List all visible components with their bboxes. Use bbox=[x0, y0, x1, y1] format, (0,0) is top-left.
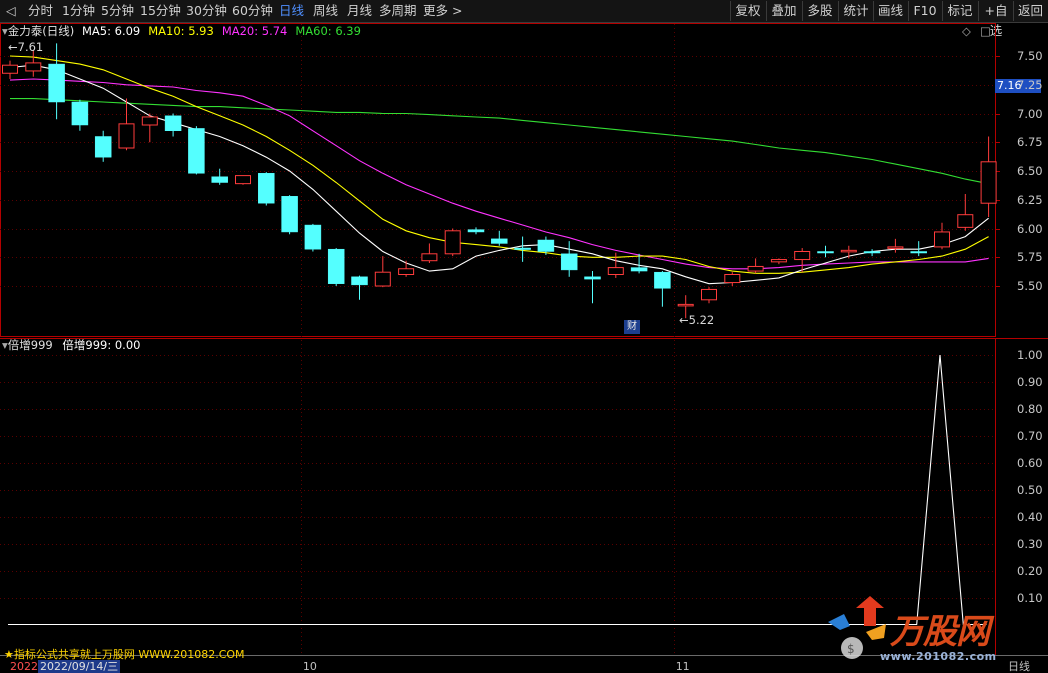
candle-body bbox=[863, 251, 881, 254]
cursor-date: 2022/09/14/三 bbox=[38, 660, 121, 673]
candle-body bbox=[491, 238, 508, 244]
candle-body bbox=[957, 214, 974, 228]
candle-body bbox=[118, 123, 135, 149]
sub-y-tick-label: 0.80 bbox=[1017, 401, 1043, 416]
period-label: 日线 bbox=[1008, 660, 1030, 673]
year-label: 2022 bbox=[10, 660, 38, 673]
sub-y-tick-label: 0.50 bbox=[1017, 482, 1043, 497]
candle-body bbox=[747, 265, 764, 272]
sub-y-tick-label: 0.90 bbox=[1017, 374, 1043, 389]
candle-body bbox=[840, 249, 857, 253]
candle-body bbox=[421, 253, 438, 262]
x-tick-label: 11 bbox=[675, 660, 690, 673]
candle-body bbox=[607, 267, 624, 276]
ma-values: MA5: 6.09 MA10: 5.93 MA20: 5.74 MA60: 6.39 bbox=[82, 23, 369, 39]
candle-body bbox=[701, 288, 717, 301]
stock-title: 金力泰(日线) bbox=[7, 24, 75, 38]
kline-chart bbox=[0, 23, 1048, 656]
finance-event-badge[interactable]: 财 bbox=[624, 320, 640, 334]
indicator-legend: ▾倍增999 倍增999: 0.00 bbox=[2, 337, 140, 353]
square-icon[interactable]: □ bbox=[980, 24, 991, 38]
indicator-line bbox=[8, 354, 987, 626]
candle-body bbox=[724, 274, 741, 284]
x-tick-label: 10 bbox=[302, 660, 317, 673]
y-tick-label: 5.50 bbox=[1017, 279, 1043, 293]
ma-legend: ▾金力泰(日线) bbox=[2, 23, 74, 39]
ma-legend-item: MA20: 5.74 bbox=[221, 24, 288, 38]
y-tick-label: 6.75 bbox=[1017, 135, 1043, 150]
watermark-url: www.201082.com bbox=[880, 650, 997, 663]
svg-text:$: $ bbox=[847, 642, 855, 656]
candle-body bbox=[281, 196, 298, 233]
main-pane-border bbox=[0, 23, 996, 337]
candle-body bbox=[677, 303, 694, 307]
candle-body bbox=[48, 63, 65, 103]
y-tick-label: 6.25 bbox=[1017, 192, 1043, 207]
y-tick-label: 7.00 bbox=[1017, 106, 1043, 121]
date-axis-cursor: 2022 2022/09/14/三 bbox=[0, 660, 121, 673]
candle-body bbox=[537, 239, 555, 252]
candle-body bbox=[188, 128, 205, 174]
candle-body bbox=[235, 175, 251, 185]
watermark-text: 万股网 bbox=[890, 612, 990, 652]
sub-y-tick-label: 0.20 bbox=[1017, 563, 1043, 578]
sub-y-tick-label: 0.40 bbox=[1017, 509, 1043, 524]
candle-body bbox=[514, 247, 531, 250]
candle-body bbox=[794, 251, 811, 261]
candle-body bbox=[304, 224, 322, 250]
candle-body bbox=[327, 248, 345, 284]
sub-y-tick-label: 1.00 bbox=[1017, 348, 1043, 362]
ma-legend-item: MA5: 6.09 bbox=[82, 24, 141, 38]
ma60-line bbox=[10, 98, 989, 185]
candle-body bbox=[141, 116, 158, 126]
candle-body bbox=[211, 176, 228, 183]
sub-y-tick-label: 0.70 bbox=[1017, 428, 1043, 443]
candle-body bbox=[630, 267, 648, 272]
sub-y-tick-label: 0.30 bbox=[1017, 536, 1043, 551]
indicator-value: 倍增999: 0.00 bbox=[62, 338, 141, 352]
ma-legend-item: MA10: 5.93 bbox=[148, 24, 214, 38]
diamond-icon[interactable]: ◇ bbox=[962, 24, 971, 38]
candle-body bbox=[980, 161, 997, 204]
low-price-label: ←5.22 bbox=[679, 313, 715, 327]
candle-body bbox=[887, 246, 904, 249]
y-tick-label: 7.25 bbox=[1017, 77, 1043, 92]
ma-legend-item: MA60: 6.39 bbox=[295, 24, 361, 38]
candle-body bbox=[398, 268, 415, 275]
candle-body bbox=[2, 64, 18, 74]
candle-body bbox=[770, 259, 787, 263]
candle-body bbox=[374, 271, 391, 287]
candle-body bbox=[910, 251, 927, 254]
candle-body bbox=[934, 231, 950, 248]
candle-body bbox=[560, 253, 578, 271]
candle-body bbox=[654, 271, 671, 289]
candle-body bbox=[351, 276, 368, 286]
y-tick-label: 6.00 bbox=[1017, 221, 1043, 236]
y-tick-label: 7.50 bbox=[1017, 49, 1043, 63]
candle-body bbox=[71, 101, 89, 126]
high-price-label: ←7.61 bbox=[8, 40, 44, 54]
candle-body bbox=[164, 115, 182, 132]
candle-body bbox=[817, 251, 834, 254]
y-tick-label: 6.50 bbox=[1017, 164, 1043, 178]
candle-body bbox=[584, 276, 601, 280]
candle-body bbox=[25, 62, 42, 72]
candle-body bbox=[467, 229, 485, 233]
candle-body bbox=[258, 173, 275, 204]
candle-body bbox=[444, 230, 461, 255]
candle-body bbox=[94, 136, 112, 158]
indicator-title: 倍增999 bbox=[7, 338, 53, 352]
y-tick-label: 5.75 bbox=[1017, 250, 1043, 265]
sub-y-tick-label: 0.60 bbox=[1017, 455, 1043, 470]
